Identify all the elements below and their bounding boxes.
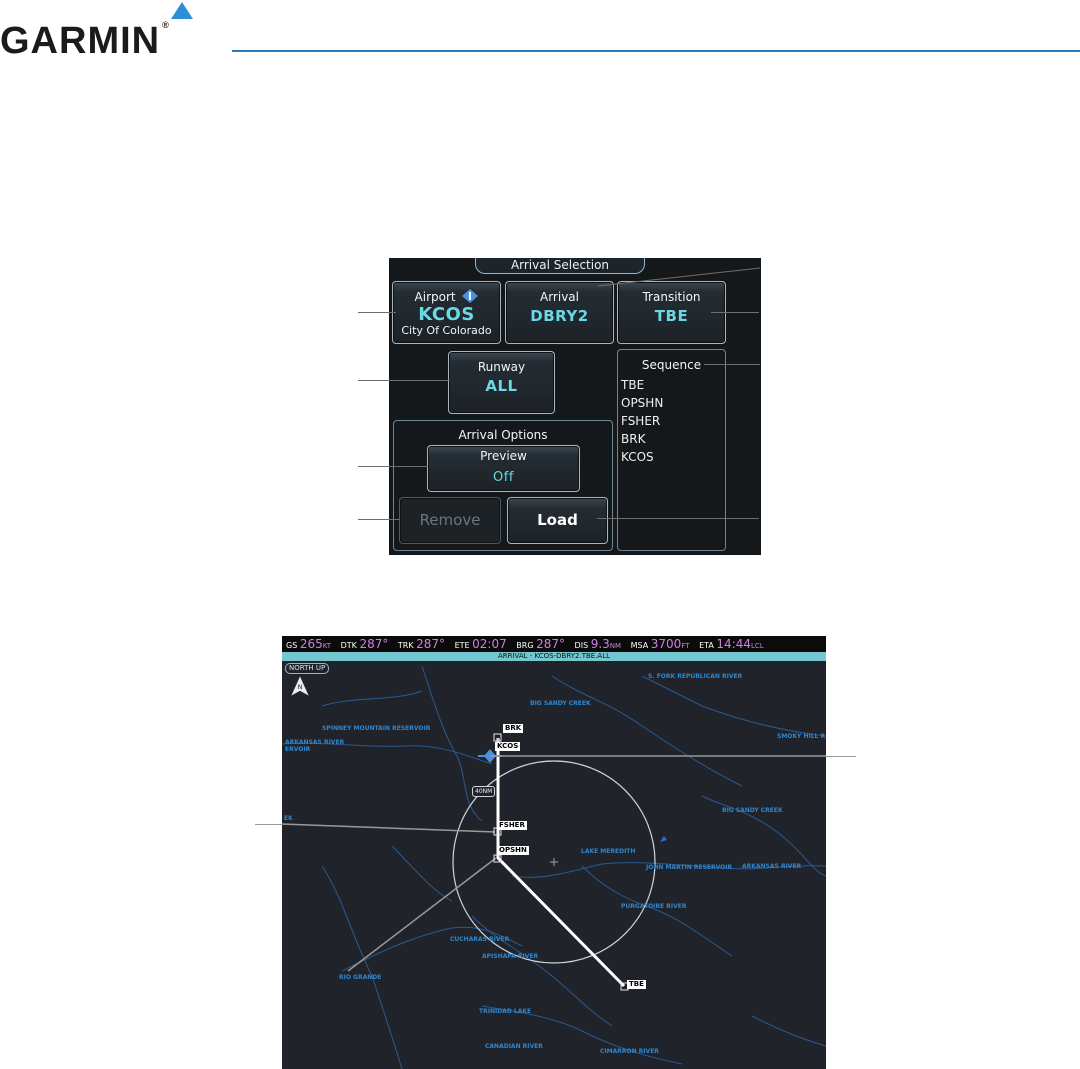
arrival-label: Arrival	[540, 290, 579, 304]
map-label: LAKE MEREDITH	[581, 848, 636, 855]
arrival-button[interactable]: Arrival DBRY2	[505, 281, 614, 344]
waypoint-opshn[interactable]: OPSHN	[497, 846, 529, 855]
trk-field: TRK 287°	[397, 637, 446, 651]
map-label: JOHN MARTIN RESERVOIR	[646, 864, 733, 871]
map-label: SPINNEY MOUNTAIN RESERVOIR	[322, 725, 431, 732]
callout-line	[358, 380, 450, 381]
map-label: ARKANSAS RIVER	[742, 863, 802, 870]
callout-line	[255, 824, 282, 825]
airport-code: KCOS	[418, 304, 475, 325]
list-item: OPSHN	[621, 396, 664, 410]
map-label: BIG SANDY CREEK	[722, 807, 783, 814]
procedure-banner: ARRIVAL - KCOS-DBRY2.TBE.ALL	[282, 652, 826, 661]
map-label: RIO GRANDE	[339, 974, 382, 981]
map-label: CIMARRON RIVER	[600, 1048, 659, 1055]
runway-button[interactable]: Runway ALL	[448, 351, 555, 414]
map-label: ARKANSAS RIVER	[285, 739, 345, 746]
preview-label: Preview	[480, 449, 527, 463]
callout-line	[358, 519, 400, 520]
callout-line	[358, 312, 396, 313]
callout-line	[358, 466, 428, 467]
sequence-box: Sequence TBE OPSHN FSHER BRK KCOS	[617, 349, 726, 551]
map-view[interactable]: GS 265KT DTK 287° TRK 287° ETE 02:07 BRG…	[282, 636, 826, 1069]
garmin-logo: GARMIN ®	[0, 20, 170, 62]
list-item: FSHER	[621, 414, 661, 428]
dis-field: DIS 9.3NM	[574, 637, 622, 651]
waypoint-tbe[interactable]: TBE	[627, 980, 646, 989]
msa-field: MSA 3700FT	[630, 637, 690, 651]
callout-line	[711, 312, 759, 313]
data-bar: GS 265KT DTK 287° TRK 287° ETE 02:07 BRG…	[282, 636, 826, 652]
garmin-delta-icon	[171, 2, 193, 19]
remove-button[interactable]: Remove	[399, 497, 501, 544]
transition-value: TBE	[654, 307, 689, 325]
brg-field: BRG 287°	[516, 637, 565, 651]
arrival-value: DBRY2	[530, 307, 589, 325]
waypoint-fsher[interactable]: FSHER	[497, 821, 527, 830]
airport-button[interactable]: Airport KCOS City Of Colorado	[392, 281, 501, 344]
arrival-options-label: Arrival Options	[458, 428, 548, 442]
map-label: EK	[284, 815, 293, 822]
north-arrow-icon: N	[290, 675, 310, 697]
list-item: TBE	[621, 378, 645, 392]
map-label: TRINIDAD LAKE	[479, 1008, 532, 1015]
map-label: PURGATOIRE RIVER	[621, 903, 687, 910]
list-item: KCOS	[621, 450, 654, 464]
airport-name: City Of Colorado	[401, 324, 492, 337]
callout-line	[826, 756, 856, 757]
map-label: ERVOIR	[285, 746, 311, 753]
dtk-field: DTK 287°	[340, 637, 389, 651]
callout-line	[704, 364, 760, 365]
gs-field: GS 265KT	[286, 637, 332, 651]
north-up-indicator[interactable]: NORTH UP	[285, 663, 330, 674]
eta-field: ETA 14:44LCL	[699, 637, 764, 651]
map-label: CANADIAN RIVER	[485, 1043, 543, 1050]
transition-button[interactable]: Transition TBE	[617, 281, 726, 344]
preview-value: Off	[493, 470, 514, 485]
map-label: BIG SANDY CREEK	[530, 700, 591, 707]
airport-label: Airport	[414, 290, 456, 304]
svg-text:N: N	[298, 684, 303, 691]
sequence-label: Sequence	[641, 358, 702, 372]
callout-line	[597, 267, 761, 287]
waypoint-brk[interactable]: BRK	[503, 724, 524, 733]
waypoint-kcos[interactable]: KCOS	[495, 742, 521, 751]
runway-value: ALL	[485, 377, 518, 395]
list-item: BRK	[621, 432, 646, 446]
header-rule	[232, 50, 1080, 52]
map-label: S. FORK REPUBLICAN RIVER	[648, 673, 743, 680]
preview-button[interactable]: Preview Off	[427, 445, 580, 492]
load-button[interactable]: Load	[507, 497, 608, 544]
callout-line	[597, 518, 759, 519]
range-label: 40NM	[472, 786, 496, 797]
sequence-list: TBE OPSHN FSHER BRK KCOS	[621, 376, 725, 466]
transition-label: Transition	[642, 290, 701, 304]
runway-label: Runway	[477, 360, 526, 374]
map-label: APISHAPA RIVER	[482, 953, 539, 960]
ete-field: ETE 02:07	[454, 637, 507, 651]
map-label: SMOKY HILL R	[777, 733, 826, 740]
map-label: CUCHARAS RIVER	[450, 936, 510, 943]
